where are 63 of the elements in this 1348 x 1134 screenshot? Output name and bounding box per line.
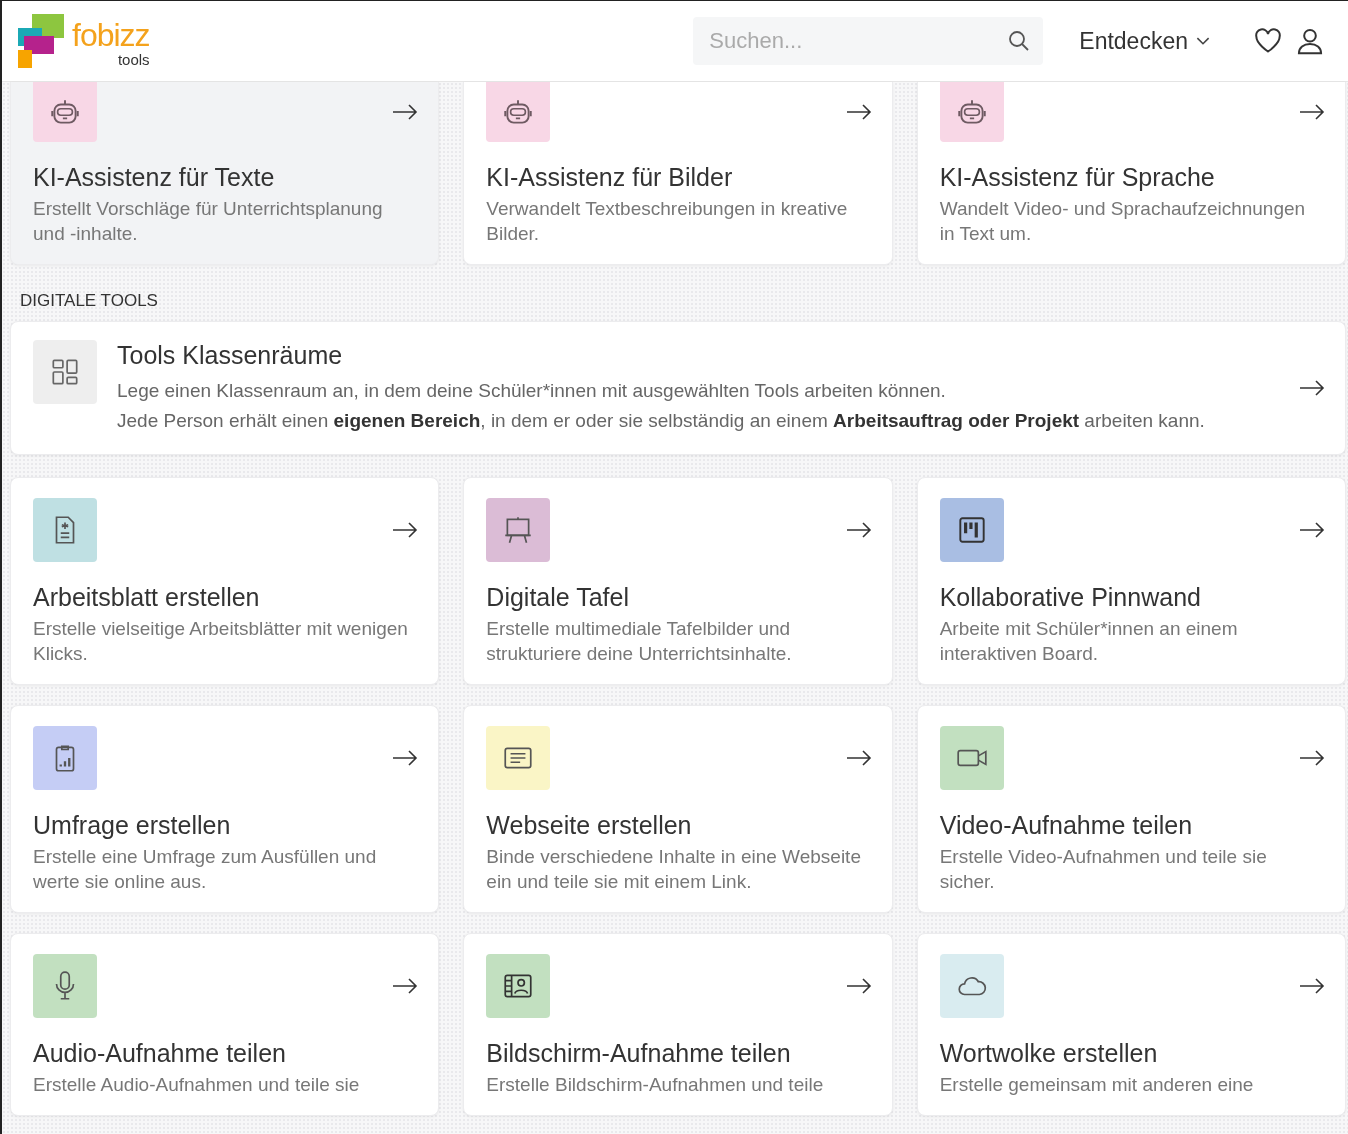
card-description: Binde verschiedene Inhalte in eine Webseite ein und teile sie mit einem Link. bbox=[486, 845, 862, 894]
card-description: Lege einen Klassenraum an, in dem deine Schüler*innen mit ausgewählten Tools arbeiten können. bbox=[117, 379, 947, 403]
card-description: Erstelle Bildschirm-Aufnahmen und teile bbox=[486, 1073, 825, 1097]
arrow-right-icon bbox=[392, 750, 419, 766]
card-description: Erstelle Video-Aufnahmen und teile sie sicher. bbox=[939, 845, 1268, 894]
card-description: Verwandelt Textbeschreibungen in kreative Bilder. bbox=[486, 197, 849, 246]
arrow-right-icon bbox=[392, 978, 419, 994]
heart-icon[interactable] bbox=[1254, 27, 1282, 55]
card-title: Kollaborative Pinnwand bbox=[939, 582, 1202, 612]
tool-card[interactable]: Arbeitsblatt erstellen Erstelle vielseitige Arbeitsblätter mit wenigen Klicks. bbox=[10, 477, 440, 685]
tool-card[interactable]: Kollaborative Pinnwand Arbeite mit Schüler*innen an einem interaktiven Board. bbox=[916, 477, 1346, 685]
arrow-right-icon bbox=[845, 978, 872, 994]
layout-grid-icon bbox=[33, 340, 97, 404]
arrow-right-icon bbox=[1299, 522, 1325, 538]
card-title: Tools Klassenräume bbox=[117, 340, 344, 370]
section-heading: DIGITALE TOOLS bbox=[19, 290, 159, 312]
arrow-right-icon bbox=[392, 104, 419, 120]
card-description: Erstelle gemeinsam mit anderen eine bbox=[939, 1073, 1255, 1097]
user-icon[interactable] bbox=[1296, 27, 1324, 55]
arrow-right-icon bbox=[1299, 104, 1325, 120]
tool-card[interactable]: Wortwolke erstellen Erstelle gemeinsam mit anderen eine bbox=[916, 933, 1346, 1116]
card-description: Erstelle vielseitige Arbeitsblätter mit wenigen Klicks. bbox=[33, 617, 409, 666]
card-title: KI-Assistenz für Sprache bbox=[939, 162, 1216, 192]
card-title: Digitale Tafel bbox=[486, 582, 630, 612]
logo-icon bbox=[18, 14, 66, 68]
card-description: Arbeite mit Schüler*innen an einem interaktiven Board. bbox=[939, 617, 1239, 666]
card-description: Erstellt Vorschläge für Unterrichtsplanung und -inhalte. bbox=[33, 197, 384, 246]
arrow-right-icon bbox=[845, 522, 872, 538]
arrow-right-icon bbox=[845, 104, 872, 120]
card-title: Audio-Aufnahme teilen bbox=[33, 1038, 287, 1068]
tool-card[interactable]: KI-Assistenz für Sprache Wandelt Video- und Sprachaufzeichnungen in Text um. bbox=[916, 82, 1346, 265]
classroom-card[interactable] bbox=[10, 321, 1346, 455]
card-description: Jede Person erhält einen eigenen Bereich, in dem er oder sie selbständig an einem Arbeitsauftrag oder Projekt arbeiten kann. bbox=[117, 409, 1206, 433]
arrow-right-icon bbox=[1299, 380, 1325, 396]
card-title: Bildschirm-Aufnahme teilen bbox=[486, 1038, 792, 1068]
card-description: Erstelle eine Umfrage zum Ausfüllen und werte sie online aus. bbox=[33, 845, 378, 894]
card-description: Wandelt Video- und Sprachaufzeichnungen in Text um. bbox=[939, 197, 1307, 246]
tool-card[interactable]: Audio-Aufnahme teilen Erstelle Audio-Aufnahmen und teile sie bbox=[10, 933, 440, 1116]
tool-card[interactable]: KI-Assistenz für Bilder Verwandelt Textbeschreibungen in kreative Bilder. bbox=[463, 82, 893, 265]
card-title: Video-Aufnahme teilen bbox=[939, 810, 1194, 840]
arrow-right-icon bbox=[1299, 978, 1325, 994]
tool-card[interactable]: Webseite erstellen Binde verschiedene Inhalte in eine Webseite ein und teile sie mit einem Link. bbox=[463, 705, 893, 913]
tool-card[interactable]: Umfrage erstellen Erstelle eine Umfrage zum Ausfüllen und werte sie online aus. bbox=[10, 705, 440, 913]
logo-subtitle: tools bbox=[117, 52, 150, 68]
card-title: KI-Assistenz für Bilder bbox=[486, 162, 734, 192]
tool-card[interactable]: KI-Assistenz für Texte Erstellt Vorschläge für Unterrichtsplanung und -inhalte. bbox=[10, 82, 440, 265]
search-field[interactable]: Suchen... bbox=[693, 17, 1044, 65]
card-title: Arbeitsblatt erstellen bbox=[33, 582, 261, 612]
tool-card[interactable]: Digitale Tafel Erstelle multimediale Tafelbilder und strukturiere deine Unterrichtsinhalte. bbox=[463, 477, 893, 685]
arrow-right-icon bbox=[392, 522, 419, 538]
card-title: Webseite erstellen bbox=[486, 810, 693, 840]
logo-wordmark: fobizz bbox=[72, 18, 150, 52]
arrow-right-icon bbox=[845, 750, 872, 766]
chevron-down-icon bbox=[1196, 36, 1210, 46]
tool-card[interactable]: Video-Aufnahme teilen Erstelle Video-Aufnahmen und teile sie sicher. bbox=[916, 705, 1346, 913]
card-title: Wortwolke erstellen bbox=[939, 1038, 1159, 1068]
arrow-right-icon bbox=[1299, 750, 1325, 766]
tool-card[interactable]: Bildschirm-Aufnahme teilen Erstelle Bildschirm-Aufnahmen und teile bbox=[463, 933, 893, 1116]
card-description: Erstelle multimediale Tafelbilder und strukturiere deine Unterrichtsinhalte. bbox=[486, 617, 793, 666]
card-title: KI-Assistenz für Texte bbox=[33, 162, 276, 192]
card-description: Erstelle Audio-Aufnahmen und teile sie bbox=[33, 1073, 361, 1097]
discover-menu[interactable]: Entdecken bbox=[1073, 23, 1216, 59]
card-title: Umfrage erstellen bbox=[33, 810, 232, 840]
